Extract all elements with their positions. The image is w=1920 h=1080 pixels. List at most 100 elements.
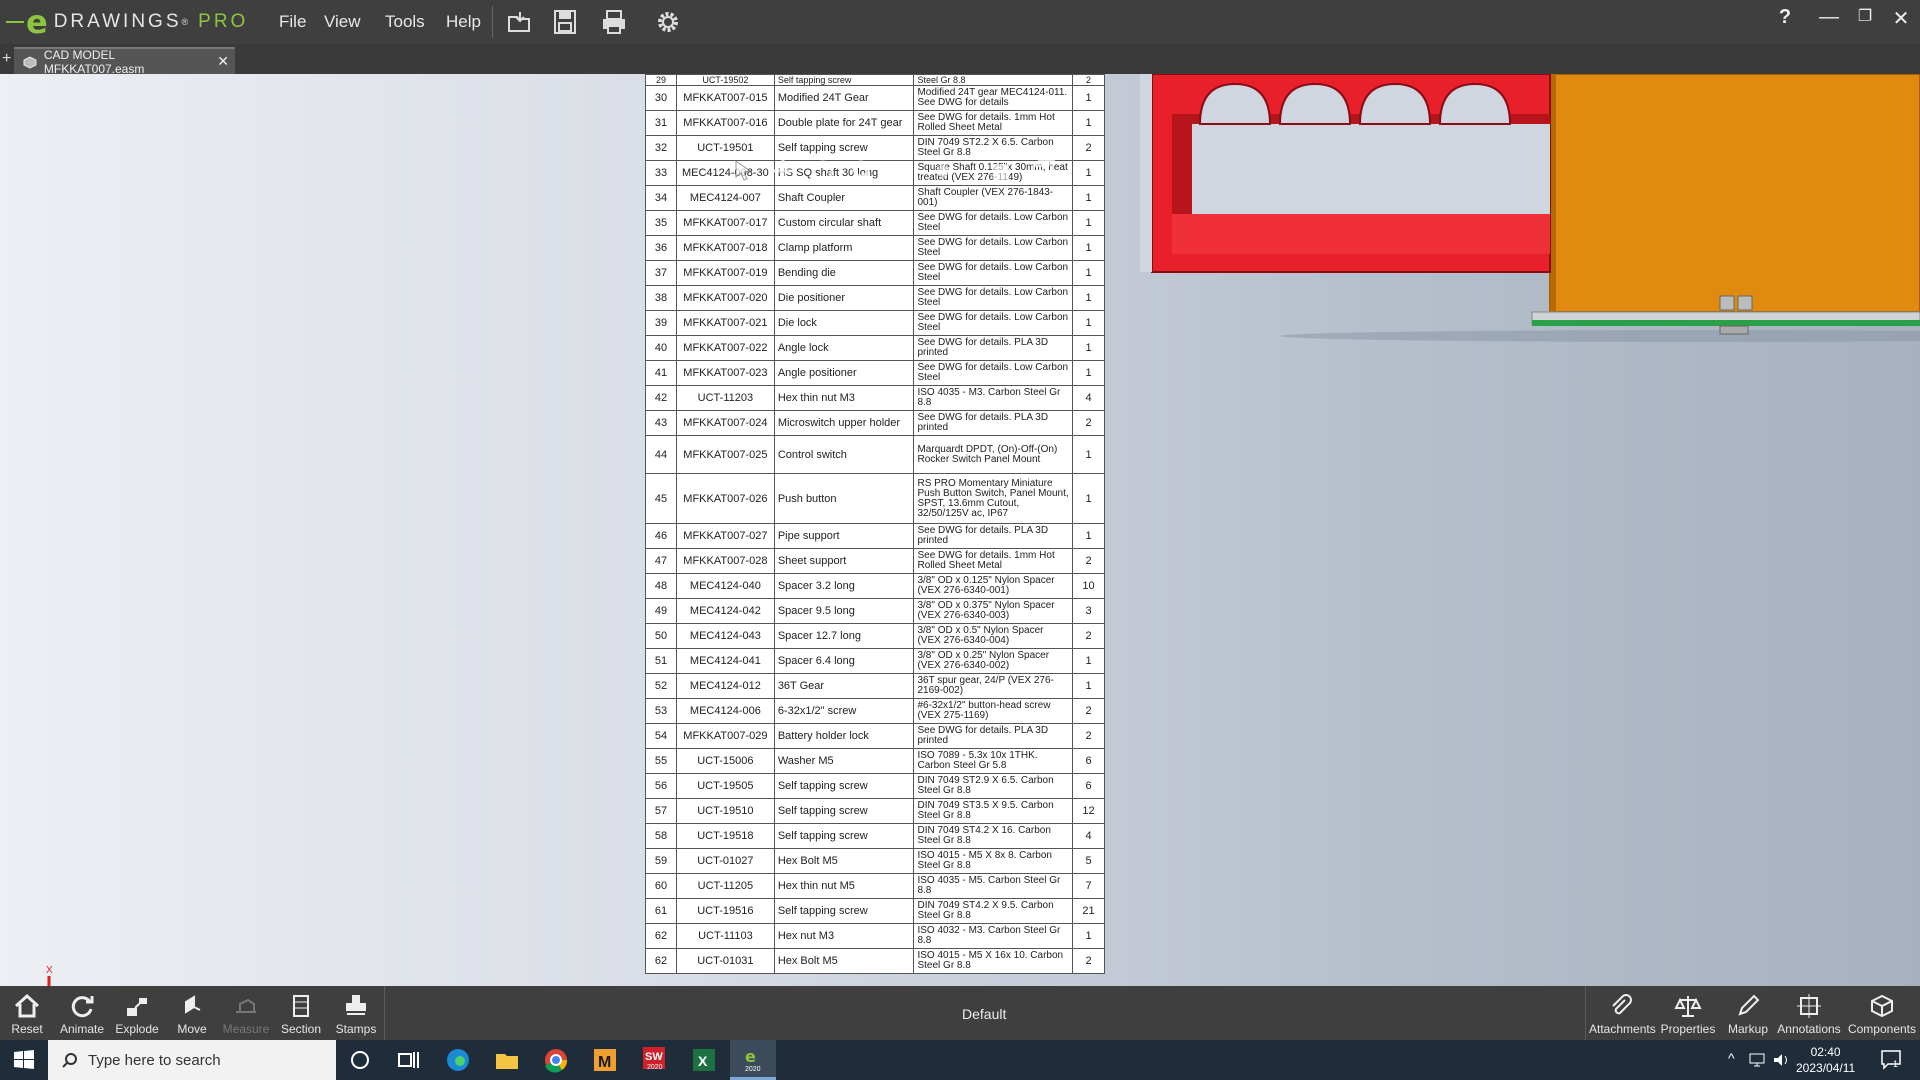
- quantity-cell: 1: [1072, 473, 1105, 524]
- edrawings-taskbar-button[interactable]: e 2020: [730, 1040, 776, 1080]
- restore-icon[interactable]: ❐: [1852, 6, 1878, 26]
- edge-browser-icon[interactable]: [444, 1046, 472, 1074]
- item-number-cell: 51: [645, 648, 677, 674]
- measure-button: Measure: [219, 990, 273, 1038]
- material-cell: Modified 24T gear MEC4124-011. See DWG f…: [913, 85, 1074, 111]
- description-cell: Self tapping screw: [773, 773, 915, 799]
- close-window-icon[interactable]: ✕: [1888, 6, 1914, 31]
- view-orientation-icon[interactable]: [1030, 158, 1056, 184]
- notification-center-button[interactable]: 1: [1880, 1048, 1904, 1072]
- item-number-cell: 33: [645, 160, 677, 186]
- material-cell: ISO 4035 - M3. Carbon Steel Gr 8.8: [913, 385, 1074, 411]
- quantity-cell: 6: [1072, 748, 1105, 774]
- table-row: 44 MFKKAT007-025 Control switch Marquardt D…: [645, 435, 1105, 474]
- item-number-cell: 58: [645, 823, 677, 849]
- move-button[interactable]: Move: [165, 990, 219, 1038]
- quantity-cell: 4: [1072, 385, 1105, 411]
- part-number-cell: MFKKAT007-021: [675, 310, 775, 336]
- cortana-icon[interactable]: [346, 1046, 374, 1074]
- graphics-viewport[interactable]: 29 UCT-19502 Self tapping screw Steel Gr 8.…: [0, 74, 1920, 986]
- save-icon[interactable]: [551, 8, 579, 36]
- stamps-button[interactable]: Stamps: [329, 990, 383, 1038]
- attachments-button[interactable]: Attachments: [1589, 990, 1656, 1038]
- description-cell: Hex Bolt M5: [773, 848, 915, 874]
- part-number-cell: MFKKAT007-023: [675, 360, 775, 386]
- material-cell: See DWG for details. PLA 3D printed: [913, 523, 1074, 549]
- minimize-icon[interactable]: —: [1816, 6, 1842, 29]
- material-cell: ISO 4035 - M5. Carbon Steel Gr 8.8: [913, 873, 1074, 899]
- new-tab-icon[interactable]: +: [2, 50, 11, 68]
- svg-text:e: e: [745, 1047, 756, 1066]
- description-cell: Self tapping screw: [773, 898, 915, 924]
- animate-button[interactable]: Animate: [55, 990, 109, 1038]
- help-icon[interactable]: ?: [1772, 6, 1798, 29]
- cad-model-render[interactable]: [1140, 74, 1920, 374]
- task-view-icon[interactable]: [394, 1046, 422, 1074]
- properties-button[interactable]: Properties: [1657, 990, 1719, 1038]
- notification-icon: [1881, 1050, 1901, 1070]
- excel-icon[interactable]: X: [690, 1046, 718, 1074]
- volume-icon[interactable]: [1772, 1052, 1790, 1068]
- markup-button[interactable]: Markup: [1722, 990, 1774, 1038]
- material-cell: See DWG for details. 1mm Hot Rolled Shee…: [913, 548, 1074, 574]
- gear-icon[interactable]: [654, 8, 682, 36]
- close-tab-icon[interactable]: ✕: [217, 53, 229, 70]
- file-explorer-icon[interactable]: [493, 1046, 521, 1074]
- print-icon[interactable]: [600, 8, 628, 36]
- description-cell: Die positioner: [773, 285, 915, 311]
- annotations-button[interactable]: Annotations: [1776, 990, 1842, 1038]
- menu-view[interactable]: View: [324, 12, 361, 32]
- document-tab[interactable]: CAD MODEL MFKKAT007.easm ✕: [14, 47, 235, 76]
- description-cell: Battery holder lock: [773, 723, 915, 749]
- open-folder-icon[interactable]: [506, 8, 534, 36]
- network-icon[interactable]: [1748, 1052, 1766, 1068]
- components-button[interactable]: Components: [1846, 990, 1918, 1038]
- material-cell: 3/8" OD x 0.5" Nylon Spacer (VEX 276-634…: [913, 623, 1074, 649]
- part-number-cell: MFKKAT007-028: [675, 548, 775, 574]
- item-number-cell: 62: [645, 948, 677, 974]
- description-cell: Hex thin nut M3: [773, 385, 915, 411]
- part-number-cell: MFKKAT007-027: [675, 523, 775, 549]
- zoom-area-icon[interactable]: [890, 158, 916, 184]
- description-cell: Die lock: [773, 310, 915, 336]
- menu-help[interactable]: Help: [446, 12, 481, 32]
- part-number-cell: MFKKAT007-017: [675, 210, 775, 236]
- taskbar-search-box[interactable]: Type here to search: [48, 1040, 336, 1080]
- explode-button[interactable]: Explode: [110, 990, 164, 1038]
- material-cell: DIN 7049 ST4.2 X 9.5. Carbon Steel Gr 8.…: [913, 898, 1074, 924]
- item-number-cell: 57: [645, 798, 677, 824]
- show-hidden-icons-icon[interactable]: ^: [1728, 1050, 1735, 1066]
- view-toolbar: [730, 158, 1056, 186]
- reset-button[interactable]: Reset: [0, 990, 54, 1038]
- item-number-cell: 35: [645, 210, 677, 236]
- matlab-icon[interactable]: M: [591, 1046, 619, 1074]
- menu-tools[interactable]: Tools: [385, 12, 425, 32]
- quantity-cell: 10: [1072, 573, 1105, 599]
- scale-icon: [1674, 996, 1702, 1017]
- display-style-icon[interactable]: [990, 158, 1016, 184]
- select-icon[interactable]: [730, 158, 756, 184]
- material-cell: See DWG for details. Low Carbon Steel: [913, 310, 1074, 336]
- table-row: 29 UCT-19502 Self tapping screw Steel Gr 8.…: [645, 74, 1105, 86]
- pan-icon[interactable]: [770, 158, 796, 184]
- windows-start-icon[interactable]: [10, 1046, 38, 1074]
- section-button[interactable]: Section: [274, 990, 328, 1038]
- part-number-cell: MEC4124-007: [675, 185, 775, 211]
- table-row: 41 MFKKAT007-023 Angle positioner See DWG f…: [645, 360, 1105, 386]
- quantity-cell: 7: [1072, 873, 1105, 899]
- lighting-icon[interactable]: [930, 158, 956, 184]
- chrome-icon[interactable]: [542, 1046, 570, 1074]
- solidworks-taskbar-button[interactable]: SW 2020: [640, 1044, 672, 1076]
- animate-icon: [71, 996, 94, 1018]
- table-row: 62 UCT-01031 Hex Bolt M5 ISO 4015 - M5 X 16…: [645, 948, 1105, 974]
- table-row: 35 MFKKAT007-017 Custom circular shaft See …: [645, 210, 1105, 236]
- zoom-icon[interactable]: [850, 158, 876, 184]
- rotate-icon[interactable]: [810, 158, 836, 184]
- assembly-icon: [23, 55, 37, 69]
- taskbar-clock[interactable]: 02:40 2023/04/11: [1796, 1044, 1855, 1076]
- search-placeholder: Type here to search: [88, 1051, 221, 1069]
- quantity-cell: 1: [1072, 210, 1105, 236]
- menu-file[interactable]: File: [279, 12, 306, 32]
- item-number-cell: 39: [645, 310, 677, 336]
- part-number-cell: MFKKAT007-024: [675, 410, 775, 436]
